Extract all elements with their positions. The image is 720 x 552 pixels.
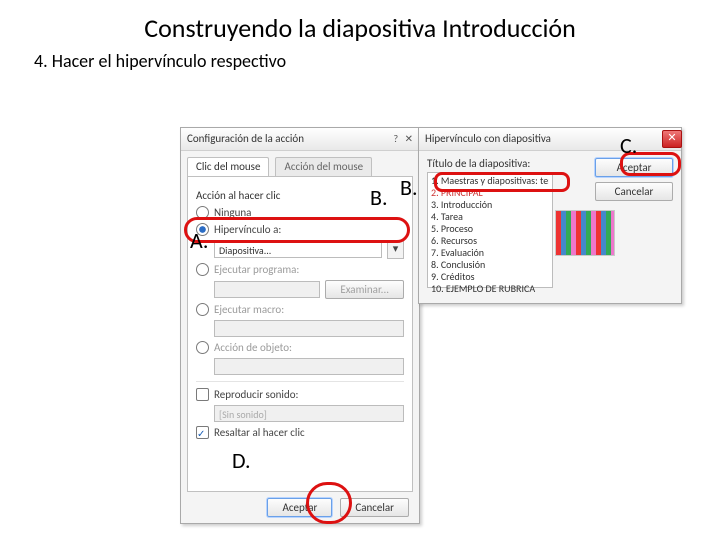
macro-dropdown [214, 320, 404, 337]
list-item[interactable]: 9. Créditos [431, 271, 549, 283]
list-item[interactable]: 7. Evaluación [431, 247, 549, 259]
dialog1-title: Configuración de la acción [187, 128, 304, 150]
dlg2-ok-button[interactable]: Aceptar [595, 158, 673, 177]
tab-click[interactable]: Clic del mouse [187, 157, 269, 176]
dlg1-ok-button[interactable]: Aceptar [267, 498, 332, 517]
slide-list[interactable]: 1. Maestras y diapositivas: temas y din.… [427, 172, 553, 288]
list-item[interactable]: 2. PRINCIPAL [431, 187, 549, 199]
dialog2-title: Hipervínculo con diapositiva [425, 128, 551, 150]
tab-mouseover[interactable]: Acción del mouse [275, 157, 372, 176]
opt-prog-label: Ejecutar programa: [214, 263, 299, 276]
browse-button[interactable]: Examinar... [325, 280, 404, 299]
callout-label-b: B. [370, 184, 388, 211]
opt-link-label: Hipervínculo a: [214, 223, 281, 236]
list-item[interactable]: 5. Proceso [431, 223, 549, 235]
radio-none[interactable] [196, 206, 209, 219]
callout-label-c: C. [620, 132, 637, 159]
sound-dropdown: [Sin sonido] [214, 405, 404, 422]
dropdown-icon[interactable]: ▾ [387, 240, 404, 259]
radio-program[interactable] [196, 263, 209, 276]
close-icon[interactable]: ✕ [662, 130, 682, 148]
program-path-input [214, 281, 320, 298]
list-item[interactable]: 8. Conclusión [431, 259, 549, 271]
objaction-dropdown [214, 358, 404, 375]
chk-sound-label: Reproducir sonido: [214, 388, 298, 401]
chk-highlight[interactable] [196, 426, 209, 439]
radio-macro[interactable] [196, 303, 209, 316]
callout-label-d: D. [232, 447, 251, 474]
dialog1-pane: Acción al hacer clic Ninguna Hipervíncul… [187, 176, 413, 492]
dialog2-titlebar: Hipervínculo con diapositiva ? [419, 128, 681, 151]
dlg2-cancel-button[interactable]: Cancelar [595, 182, 673, 201]
step-text: 4. Hacer el hipervínculo respectivo [34, 50, 720, 72]
dialog1-titlebar: Configuración de la acción ? ✕ [181, 128, 419, 151]
opt-none-label: Ninguna [214, 206, 251, 219]
chk-highlight-label: Resaltar al hacer clic [214, 426, 305, 439]
opt-objaction-label: Acción de objeto: [214, 341, 292, 354]
help-icon[interactable]: ? [393, 132, 398, 145]
divider [196, 381, 404, 382]
chk-sound[interactable] [196, 388, 209, 401]
opt-macro-label: Ejecutar macro: [214, 303, 284, 316]
close-icon[interactable]: ✕ [405, 132, 413, 145]
callout-label-a: A. [190, 227, 208, 254]
callout-label-b2: B. [400, 174, 418, 201]
slide-title: Construyendo la diapositiva Introducción [0, 12, 720, 44]
slide-preview-thumbnail [555, 210, 615, 256]
radio-objaction[interactable] [196, 341, 209, 354]
hyperlink-target-dropdown[interactable]: Diapositiva... [214, 241, 382, 258]
dlg1-cancel-button[interactable]: Cancelar [340, 498, 409, 517]
list-item[interactable]: 6. Recursos [431, 235, 549, 247]
list-item[interactable]: 4. Tarea [431, 211, 549, 223]
list-item[interactable]: 10. EJEMPLO DE RUBRICA [431, 283, 549, 295]
hyperlink-slide-dialog: Hipervínculo con diapositiva ? Título de… [418, 127, 682, 304]
list-item[interactable]: 1. Maestras y diapositivas: temas y din.… [431, 175, 549, 187]
list-item[interactable]: 3. Introducción [431, 199, 549, 211]
